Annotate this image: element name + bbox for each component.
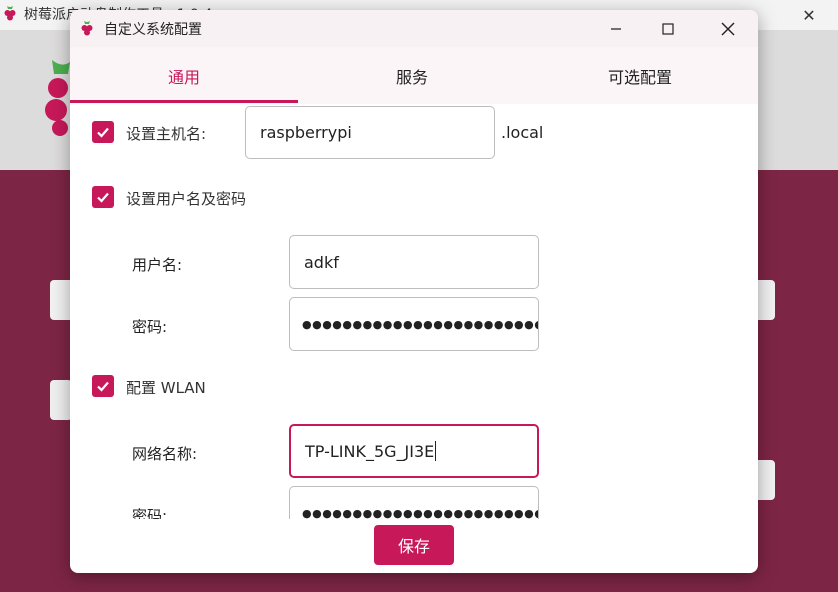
dialog-titlebar: 自定义系统配置 — [70, 10, 758, 47]
ssid-label: 网络名称: — [132, 445, 198, 463]
general-tab-content: 设置主机名: raspberrypi .local 设置用户名及密码 用户名: … — [70, 104, 758, 519]
raspberry-pi-logo-icon — [81, 21, 93, 36]
hostname-input[interactable]: raspberrypi — [245, 106, 495, 159]
dialog-title: 自定义系统配置 — [104, 22, 202, 38]
checkmark-icon — [97, 381, 109, 392]
main-close-button[interactable]: ✕ — [786, 0, 832, 30]
main-left-button-2[interactable] — [50, 380, 72, 420]
tab-bar: 通用 服务 可选配置 — [70, 47, 758, 104]
user-password-checkbox-label: 设置用户名及密码 — [126, 190, 247, 208]
active-tab-indicator — [70, 100, 298, 103]
ssid-input[interactable]: TP-LINK_5G_JI3E — [289, 424, 539, 478]
hostname-suffix: .local — [501, 123, 544, 142]
tab-services[interactable]: 服务 — [298, 47, 526, 104]
minimize-button[interactable] — [590, 10, 642, 47]
maximize-button[interactable] — [642, 10, 694, 47]
raspberry-pi-logo-icon — [4, 6, 16, 21]
customization-dialog: 自定义系统配置 通用 服务 可选配置 设置主机名: raspberrypi .l… — [70, 10, 758, 573]
text-cursor — [435, 441, 437, 461]
username-input[interactable]: adkf — [289, 235, 539, 289]
tab-general[interactable]: 通用 — [70, 47, 298, 104]
close-icon — [721, 22, 735, 35]
close-icon: ✕ — [802, 5, 816, 25]
maximize-icon — [662, 22, 674, 35]
hostname-checkbox[interactable] — [92, 121, 114, 143]
close-button[interactable] — [702, 10, 754, 47]
wlan-checkbox-label: 配置 WLAN — [126, 379, 206, 397]
hostname-checkbox-label: 设置主机名: — [126, 125, 207, 143]
user-password-checkbox[interactable] — [92, 186, 114, 208]
checkmark-icon — [97, 192, 109, 203]
minimize-icon — [611, 27, 621, 30]
checkmark-icon — [97, 127, 109, 138]
wlan-password-input[interactable]: ●●●●●●●●●●●●●●●●●●●●●●●● — [289, 486, 539, 519]
user-password-input[interactable]: ●●●●●●●●●●●●●●●●●●●●●●●● — [289, 297, 539, 351]
wlan-checkbox[interactable] — [92, 375, 114, 397]
tab-options[interactable]: 可选配置 — [526, 47, 754, 104]
username-label: 用户名: — [132, 256, 183, 274]
ssid-input-value: TP-LINK_5G_JI3E — [305, 441, 435, 461]
user-password-label: 密码: — [132, 318, 168, 336]
wlan-password-label: 密码: — [132, 507, 168, 519]
save-button[interactable]: 保存 — [374, 525, 454, 565]
